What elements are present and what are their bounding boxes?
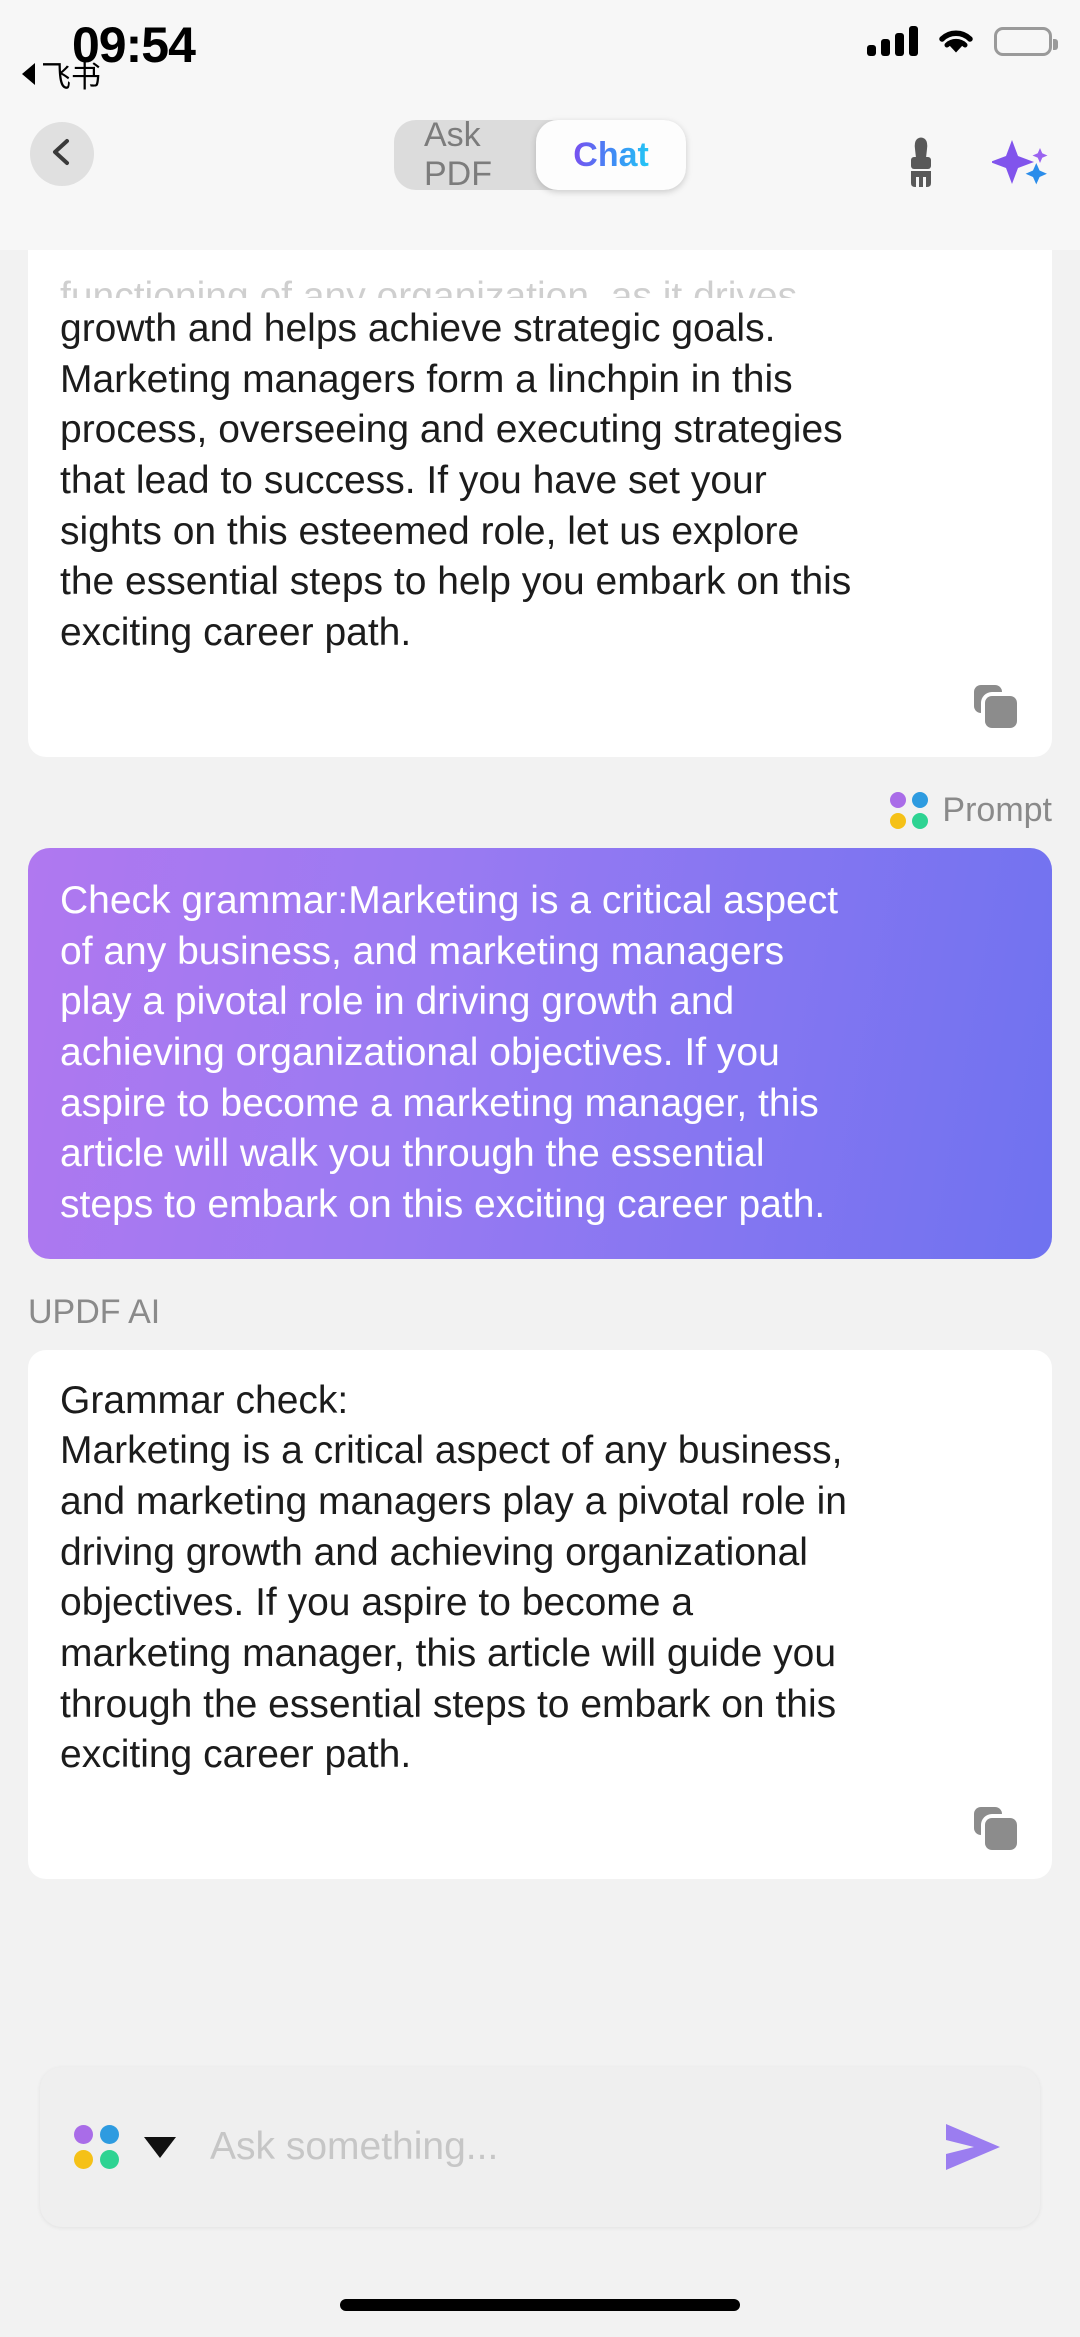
wifi-icon: [936, 26, 976, 56]
assistant-message-text: growth and helps achieve strategic goals…: [60, 304, 1020, 659]
assistant-message-card: Grammar check: Marketing is a critical a…: [28, 1350, 1052, 1880]
ask-something-input[interactable]: [210, 2125, 940, 2169]
back-to-app-link[interactable]: 飞书: [22, 52, 101, 96]
updf-dots-logo-icon[interactable]: [74, 2125, 120, 2169]
cellular-signal-icon: [867, 26, 918, 56]
back-button[interactable]: [30, 122, 94, 186]
brush-icon[interactable]: [898, 136, 944, 199]
battery-icon: [994, 27, 1052, 56]
assistant-label-row: UPDF AI: [28, 1293, 1052, 1332]
chevron-left-icon: [45, 135, 79, 174]
user-message-bubble: Check grammar:Marketing is a critical as…: [28, 848, 1052, 1259]
tab-ask-pdf[interactable]: Ask PDF: [394, 120, 536, 190]
assistant-message-text: Grammar check: Marketing is a critical a…: [60, 1376, 1020, 1782]
chat-scroll-area[interactable]: functioning of any organization, as it d…: [0, 250, 1080, 2147]
status-bar: 09:54 飞书: [0, 0, 1080, 100]
app-header: Ask PDF Chat: [0, 100, 1080, 250]
tab-chat[interactable]: Chat: [536, 120, 686, 190]
back-triangle-icon: [22, 63, 35, 85]
copy-icon[interactable]: [974, 1807, 1020, 1853]
clipped-top-line: functioning of any organization, as it d…: [60, 272, 1020, 298]
tab-ask-pdf-label: Ask PDF: [424, 116, 506, 194]
caret-down-icon[interactable]: [144, 2137, 176, 2158]
prompt-label: Prompt: [942, 791, 1052, 830]
copy-icon[interactable]: [974, 685, 1020, 731]
back-to-app-label: 飞书: [41, 52, 101, 96]
assistant-message-card: functioning of any organization, as it d…: [28, 250, 1052, 757]
updf-dots-logo-icon: [890, 792, 928, 829]
tab-chat-label: Chat: [573, 136, 649, 175]
prompt-label-row: Prompt: [28, 791, 1052, 830]
assistant-label: UPDF AI: [28, 1293, 160, 1332]
send-arrow-icon[interactable]: [940, 2120, 1006, 2174]
chat-input-bar[interactable]: [40, 2067, 1040, 2227]
mode-segmented-control[interactable]: Ask PDF Chat: [394, 120, 686, 190]
home-indicator: [340, 2299, 740, 2311]
status-indicators: [867, 26, 1052, 56]
ai-sparkles-icon[interactable]: [992, 136, 1054, 199]
header-actions: [898, 136, 1054, 199]
